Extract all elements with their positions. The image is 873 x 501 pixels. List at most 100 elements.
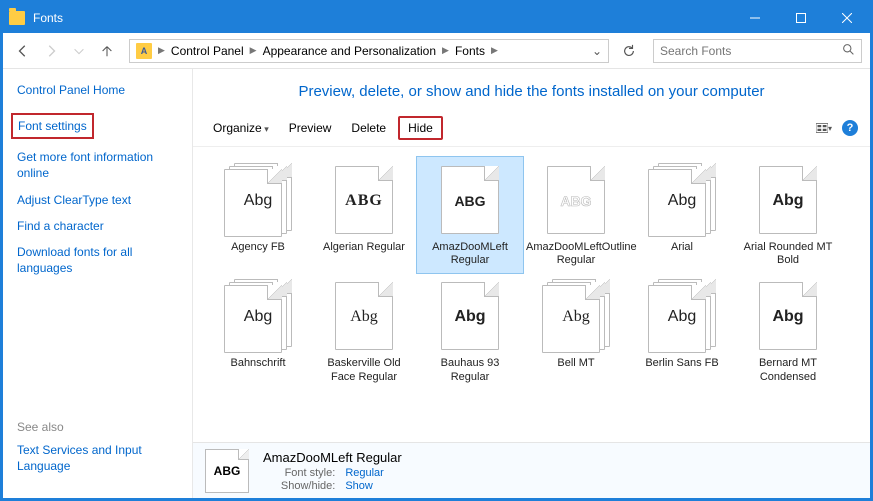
close-button[interactable] — [824, 3, 870, 33]
see-also-link[interactable]: Text Services and Input Language — [17, 442, 178, 474]
font-grid: Abg Agency FB ABG Algerian Regular ABG AmazDo… — [193, 147, 870, 442]
font-sample: ABG — [560, 193, 591, 209]
font-sample: Abg — [668, 308, 696, 326]
breadcrumb-item[interactable]: Appearance and Personalization — [259, 44, 440, 58]
font-sample: ABG — [454, 193, 485, 209]
font-item[interactable]: ABG Algerian Regular — [311, 157, 417, 273]
font-sample: Abg — [562, 308, 590, 326]
font-name-label: AmazDooMLeft Regular — [420, 241, 520, 267]
sidebar-link[interactable]: Font settings — [11, 113, 94, 139]
chevron-right-icon[interactable]: ▶ — [156, 45, 167, 56]
chevron-right-icon[interactable]: ▶ — [248, 45, 259, 56]
font-name-label: Agency FB — [231, 241, 285, 254]
font-name-label: Algerian Regular — [323, 241, 405, 254]
font-thumbnail: ABG — [542, 163, 610, 237]
details-pane: ABG AmazDooMLeft Regular Font style: Reg… — [193, 442, 870, 498]
details-show-hide-label: Show/hide: — [263, 480, 335, 492]
address-dropdown[interactable]: ⌄ — [588, 44, 606, 58]
titlebar: Fonts — [3, 3, 870, 33]
toolbar: Organize Preview Delete Hide ▾ ? — [193, 110, 870, 147]
details-show-hide-value[interactable]: Show — [345, 480, 401, 492]
details-font-style-label: Font style: — [263, 467, 335, 479]
breadcrumb-item[interactable]: Fonts — [451, 44, 489, 58]
font-thumbnail: ABG — [436, 163, 504, 237]
font-thumbnail: Abg — [224, 163, 292, 237]
font-item[interactable]: Abg Berlin Sans FB — [629, 273, 735, 389]
page-title: Preview, delete, or show and hide the fo… — [193, 69, 870, 110]
font-thumbnail: Abg — [754, 279, 822, 353]
breadcrumb-item[interactable]: Control Panel — [167, 44, 248, 58]
font-thumbnail: Abg — [330, 279, 398, 353]
minimize-button[interactable] — [732, 3, 778, 33]
font-item[interactable]: Abg Bernard MT Condensed — [735, 273, 841, 389]
font-item[interactable]: Abg Bahnschrift — [205, 273, 311, 389]
details-font-style-value[interactable]: Regular — [345, 467, 401, 479]
font-name-label: Arial Rounded MT Bold — [738, 241, 838, 267]
font-sample: Abg — [454, 308, 485, 326]
up-button[interactable] — [95, 39, 119, 63]
back-button[interactable] — [11, 39, 35, 63]
sidebar-link[interactable]: Find a character — [17, 218, 178, 234]
font-name-label: Bell MT — [557, 357, 594, 370]
font-item[interactable]: Abg Agency FB — [205, 157, 311, 273]
font-sample: Abg — [668, 192, 696, 210]
font-thumbnail: Abg — [224, 279, 292, 353]
window-controls — [732, 3, 870, 33]
recent-dropdown[interactable] — [67, 39, 91, 63]
font-item[interactable]: Abg Baskerville Old Face Regular — [311, 273, 417, 389]
details-thumbnail: ABG — [205, 449, 249, 493]
font-name-label: Berlin Sans FB — [645, 357, 718, 370]
organize-button[interactable]: Organize — [205, 118, 277, 138]
control-panel-home-link[interactable]: Control Panel Home — [17, 83, 178, 97]
font-name-label: Bernard MT Condensed — [738, 357, 838, 383]
sidebar: Control Panel Home Font settings Get more… — [3, 69, 193, 498]
main-pane: Preview, delete, or show and hide the fo… — [193, 69, 870, 498]
font-item[interactable]: ABG AmazDooMLeftOutline Regular — [523, 157, 629, 273]
sidebar-link[interactable]: Adjust ClearType text — [17, 192, 178, 208]
font-item[interactable]: Abg Arial — [629, 157, 735, 273]
help-button[interactable]: ? — [842, 120, 858, 136]
font-thumbnail: ABG — [330, 163, 398, 237]
font-thumbnail: Abg — [648, 279, 716, 353]
forward-button[interactable] — [39, 39, 63, 63]
chevron-right-icon[interactable]: ▶ — [440, 45, 451, 56]
hide-button[interactable]: Hide — [398, 116, 443, 140]
fonts-folder-icon: A — [136, 43, 152, 59]
font-name-label: AmazDooMLeftOutline Regular — [526, 241, 626, 267]
font-thumbnail: Abg — [754, 163, 822, 237]
sidebar-link[interactable]: Download fonts for all languages — [17, 244, 178, 276]
search-box[interactable] — [653, 39, 862, 63]
font-thumbnail: Abg — [648, 163, 716, 237]
font-sample: ABG — [345, 192, 383, 210]
font-thumbnail: Abg — [542, 279, 610, 353]
font-sample: Abg — [772, 308, 803, 326]
font-name-label: Bahnschrift — [230, 357, 285, 370]
font-item[interactable]: Abg Arial Rounded MT Bold — [735, 157, 841, 273]
font-name-label: Bauhaus 93 Regular — [420, 357, 520, 383]
delete-button[interactable]: Delete — [343, 118, 394, 138]
search-icon[interactable] — [842, 43, 855, 59]
font-sample: Abg — [350, 308, 378, 326]
breadcrumb[interactable]: A ▶ Control Panel ▶ Appearance and Perso… — [129, 39, 609, 63]
chevron-right-icon[interactable]: ▶ — [489, 45, 500, 56]
font-sample: Abg — [244, 308, 272, 326]
font-sample: Abg — [244, 192, 272, 210]
font-name-label: Baskerville Old Face Regular — [314, 357, 414, 383]
view-options-button[interactable]: ▾ — [816, 120, 832, 136]
window-title: Fonts — [33, 11, 63, 25]
folder-icon — [9, 11, 25, 25]
font-name-label: Arial — [671, 241, 693, 254]
font-thumbnail: Abg — [436, 279, 504, 353]
search-input[interactable] — [660, 44, 842, 58]
refresh-button[interactable] — [617, 39, 641, 63]
nav-row: A ▶ Control Panel ▶ Appearance and Perso… — [3, 33, 870, 69]
see-also-header: See also — [17, 420, 178, 434]
sidebar-link[interactable]: Get more font information online — [17, 149, 178, 181]
preview-button[interactable]: Preview — [281, 118, 340, 138]
font-item[interactable]: ABG AmazDooMLeft Regular — [417, 157, 523, 273]
font-item[interactable]: Abg Bauhaus 93 Regular — [417, 273, 523, 389]
maximize-button[interactable] — [778, 3, 824, 33]
font-item[interactable]: Abg Bell MT — [523, 273, 629, 389]
font-sample: Abg — [772, 192, 803, 210]
details-font-name: AmazDooMLeft Regular — [263, 450, 402, 465]
